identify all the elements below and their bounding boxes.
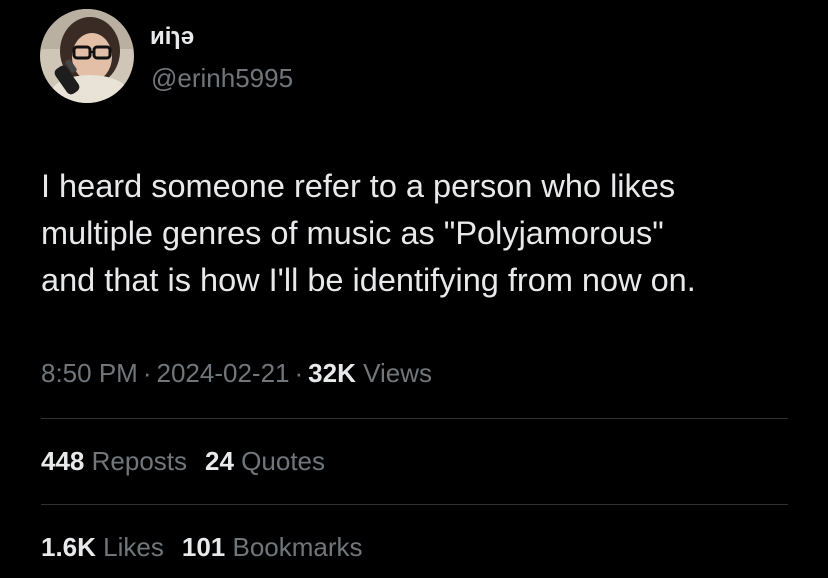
stats-row-likes: 1.6K Likes 101 Bookmarks [41, 531, 363, 563]
author-display-name[interactable]: ᴎiɿə [150, 23, 194, 51]
likes-count: 1.6K [41, 532, 96, 562]
views-label: Views [363, 358, 432, 388]
reposts-label: Reposts [91, 446, 188, 476]
tweet-text: I heard someone refer to a person who li… [41, 168, 696, 298]
reposts-stat[interactable]: 448 Reposts [41, 445, 187, 477]
avatar[interactable] [40, 9, 134, 103]
tweet: ᴎiɿə @erinh5995 I heard someone refer to… [0, 0, 828, 578]
quotes-label: Quotes [241, 446, 325, 476]
likes-label: Likes [103, 532, 164, 562]
tweet-time[interactable]: 8:50 PM [41, 358, 138, 388]
bookmarks-stat[interactable]: 101 Bookmarks [182, 531, 363, 563]
quotes-count: 24 [205, 446, 234, 476]
meta-separator: · [142, 358, 152, 388]
author-handle[interactable]: @erinh5995 [151, 63, 293, 93]
bookmarks-count: 101 [181, 532, 226, 562]
avatar-image [40, 9, 134, 103]
reposts-count: 448 [41, 446, 85, 476]
tweet-meta: 8:50 PM · 2024-02-21 · 32K Views [41, 357, 432, 389]
divider [41, 504, 788, 505]
meta-separator: · [294, 358, 304, 388]
views-count: 32K [308, 358, 356, 388]
stats-row-reposts: 448 Reposts 24 Quotes [41, 445, 325, 477]
divider [41, 418, 788, 419]
likes-stat[interactable]: 1.6K Likes [41, 531, 164, 563]
quotes-stat[interactable]: 24 Quotes [205, 445, 325, 477]
tweet-date[interactable]: 2024-02-21 [157, 358, 290, 388]
bookmarks-label: Bookmarks [232, 532, 363, 562]
